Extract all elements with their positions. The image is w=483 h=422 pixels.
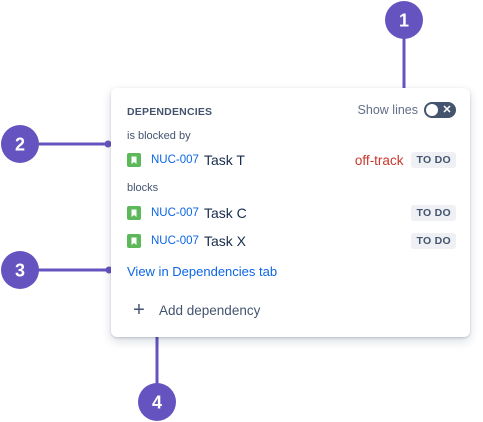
- issue-key-link[interactable]: NUC-007: [151, 154, 199, 166]
- story-bookmark-icon: [127, 206, 141, 220]
- dependency-row[interactable]: NUC-007 Task C TO DO: [127, 202, 456, 224]
- issue-key-link[interactable]: NUC-007: [151, 207, 199, 219]
- dependencies-panel: DEPENDENCIES Show lines ✕ is blocked by …: [111, 88, 470, 337]
- issue-title[interactable]: Task X: [204, 233, 412, 249]
- panel-heading: DEPENDENCIES: [127, 106, 213, 118]
- show-lines-control[interactable]: Show lines ✕: [358, 102, 456, 118]
- section-label-blocks: blocks: [127, 182, 159, 194]
- issue-title[interactable]: Task C: [204, 205, 412, 221]
- story-bookmark-icon: [127, 153, 141, 167]
- add-dependency-button[interactable]: + Add dependency: [131, 300, 260, 320]
- x-icon: ✕: [442, 104, 452, 116]
- callout-2-number: 2: [15, 135, 25, 155]
- callout-4-number: 4: [152, 393, 162, 413]
- dependency-row[interactable]: NUC-007 Task T off-track TO DO: [127, 149, 456, 171]
- callout-3-number: 3: [15, 261, 25, 281]
- status-lozenge[interactable]: TO DO: [411, 205, 456, 221]
- status-lozenge[interactable]: TO DO: [411, 233, 456, 249]
- toggle-knob: [426, 104, 438, 116]
- show-lines-label: Show lines: [357, 103, 418, 117]
- issue-key-link[interactable]: NUC-007: [151, 235, 199, 247]
- section-label-blocked-by: is blocked by: [127, 130, 191, 142]
- show-lines-toggle[interactable]: ✕: [424, 102, 456, 118]
- view-dependencies-tab-link[interactable]: View in Dependencies tab: [127, 264, 277, 279]
- status-lozenge[interactable]: TO DO: [411, 152, 456, 168]
- add-dependency-label: Add dependency: [159, 302, 261, 318]
- callout-1-number: 1: [399, 11, 409, 31]
- plus-icon: +: [133, 299, 145, 321]
- story-bookmark-icon: [127, 234, 141, 248]
- issue-title[interactable]: Task T: [204, 152, 355, 168]
- off-track-flag: off-track: [354, 152, 404, 168]
- dependency-row[interactable]: NUC-007 Task X TO DO: [127, 230, 456, 252]
